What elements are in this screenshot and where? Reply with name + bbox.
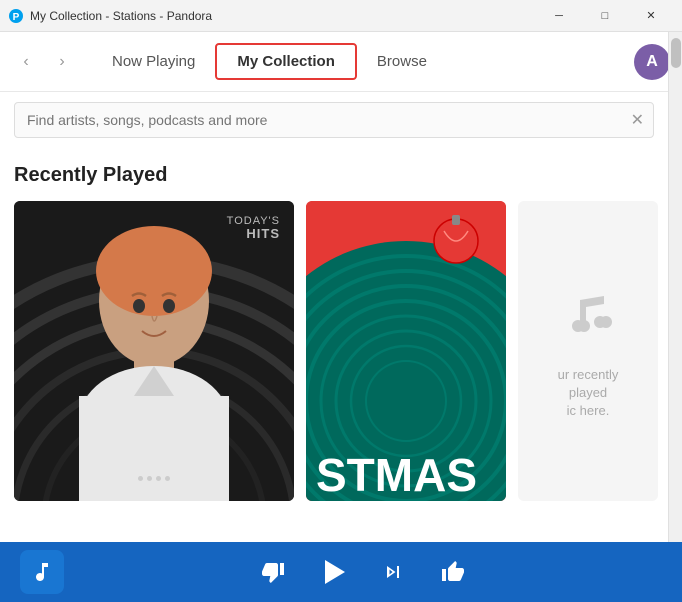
scrollbar-thumb[interactable] bbox=[671, 38, 681, 68]
minimize-button[interactable]: ─ bbox=[536, 0, 582, 32]
card-todays-hits[interactable]: TODAY'S HITS bbox=[14, 201, 294, 501]
svg-text:STMAS: STMAS bbox=[316, 449, 477, 501]
window-title: My Collection - Stations - Pandora bbox=[30, 9, 536, 23]
search-clear-icon[interactable]: ✕ bbox=[631, 110, 644, 130]
play-button[interactable] bbox=[311, 550, 355, 594]
forward-button[interactable]: › bbox=[48, 48, 76, 76]
player-left bbox=[20, 550, 64, 594]
scrollbar-track bbox=[668, 32, 682, 542]
main-content: Recently Played bbox=[0, 148, 668, 542]
card-placeholder: ur recently played ic here. bbox=[518, 201, 658, 501]
card3-text: ur recently played ic here. bbox=[538, 366, 638, 421]
avatar[interactable]: A bbox=[634, 44, 670, 80]
card1-dots bbox=[138, 476, 170, 481]
thumb-down-button[interactable] bbox=[251, 550, 295, 594]
section-title: Recently Played bbox=[14, 164, 654, 187]
player-controls bbox=[64, 550, 662, 594]
cards-row: TODAY'S HITS bbox=[14, 201, 654, 501]
dot-3 bbox=[156, 476, 161, 481]
svg-text:P: P bbox=[13, 12, 20, 23]
thumb-up-button[interactable] bbox=[431, 550, 475, 594]
search-wrap: ✕ bbox=[14, 102, 654, 138]
dot-1 bbox=[138, 476, 143, 481]
nav-arrows: ‹ › bbox=[12, 48, 76, 76]
dot-4 bbox=[165, 476, 170, 481]
dot-2 bbox=[147, 476, 152, 481]
card-christmas[interactable]: STMAS bbox=[306, 201, 506, 501]
music-note-icon bbox=[558, 282, 618, 354]
title-bar: P My Collection - Stations - Pandora ─ □… bbox=[0, 0, 682, 32]
window-controls: ─ □ ✕ bbox=[536, 0, 674, 32]
app-icon: P bbox=[8, 8, 24, 24]
music-library-button[interactable] bbox=[20, 550, 64, 594]
maximize-button[interactable]: □ bbox=[582, 0, 628, 32]
skip-button[interactable] bbox=[371, 550, 415, 594]
search-input[interactable] bbox=[14, 102, 654, 138]
back-button[interactable]: ‹ bbox=[12, 48, 40, 76]
tab-my-collection[interactable]: My Collection bbox=[215, 43, 357, 80]
player-bar bbox=[0, 542, 682, 602]
tab-browse[interactable]: Browse bbox=[357, 45, 447, 78]
search-bar: ✕ bbox=[0, 92, 668, 148]
tab-now-playing[interactable]: Now Playing bbox=[92, 45, 215, 78]
nav-bar: ‹ › Now Playing My Collection Browse A bbox=[0, 32, 682, 92]
nav-tabs: Now Playing My Collection Browse bbox=[92, 43, 634, 80]
card1-hits: HITS bbox=[227, 227, 280, 241]
card1-label: TODAY'S HITS bbox=[227, 215, 280, 241]
close-button[interactable]: ✕ bbox=[628, 0, 674, 32]
